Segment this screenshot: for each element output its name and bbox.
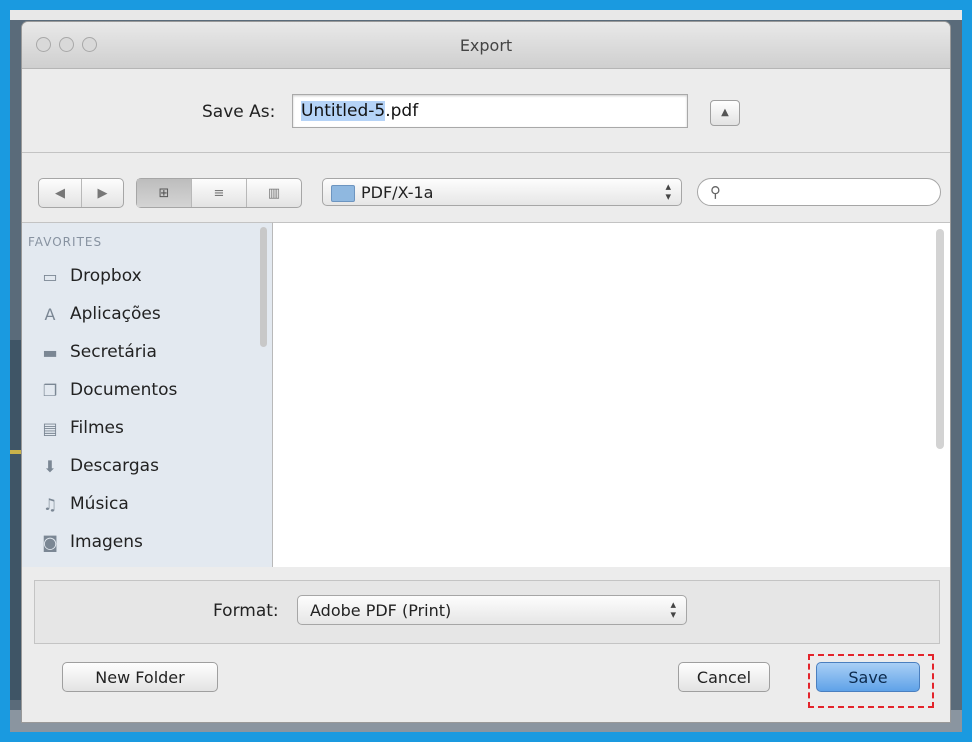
favorites-header: FAVORITES xyxy=(28,235,103,249)
chevron-up-icon: ▲ xyxy=(721,107,729,118)
export-dialog: Export Save As: Untitled-5.pdf ▲ ◀ ▶ ⊞ ≡… xyxy=(22,22,950,722)
list-view-button[interactable]: ≡ xyxy=(192,179,247,207)
sidebar-item-label: Imagens xyxy=(70,532,143,552)
forward-button[interactable]: ▶ xyxy=(82,179,123,207)
format-select[interactable]: Adobe PDF (Print) ▴ ▾ xyxy=(297,595,687,625)
sidebar-item-descargas[interactable]: ⬇ Descargas xyxy=(38,449,258,483)
downloads-icon: ⬇ xyxy=(43,456,57,476)
sidebar-item-label: Secretária xyxy=(70,342,157,362)
desktop-icon: ▬ xyxy=(42,342,58,362)
sidebar-item-imagens[interactable]: ◙ Imagens xyxy=(38,525,258,559)
filename-selected-text: Untitled-5 xyxy=(301,101,386,121)
divider xyxy=(22,152,950,153)
movies-icon: ▤ xyxy=(42,418,58,438)
back-arrow-icon: ◀ xyxy=(55,185,65,201)
back-forward-control: ◀ ▶ xyxy=(38,178,124,208)
sidebar-item-aplicacoes[interactable]: A Aplicações xyxy=(38,297,258,331)
titlebar: Export xyxy=(22,22,950,69)
folder-icon xyxy=(331,185,355,202)
icon-view-icon: ⊞ xyxy=(158,185,170,201)
sidebar-item-label: Dropbox xyxy=(70,266,142,286)
format-panel: Format: Adobe PDF (Print) ▴ ▾ xyxy=(34,580,940,644)
view-mode-control: ⊞ ≡ ▥ xyxy=(136,178,302,208)
list-view-icon: ≡ xyxy=(213,185,225,201)
sidebar-item-dropbox[interactable]: ▭ Dropbox xyxy=(38,259,258,293)
format-label: Format: xyxy=(213,601,279,621)
location-popup[interactable]: PDF/X-1a ▴ ▾ xyxy=(322,178,682,206)
collapse-dialog-button[interactable]: ▲ xyxy=(710,100,740,126)
forward-arrow-icon: ▶ xyxy=(97,185,108,201)
sidebar-item-label: Filmes xyxy=(70,418,124,438)
sidebar-item-label: Aplicações xyxy=(70,304,161,324)
sidebar-item-filmes[interactable]: ▤ Filmes xyxy=(38,411,258,445)
back-button[interactable]: ◀ xyxy=(39,179,82,207)
browser-toolbar: ◀ ▶ ⊞ ≡ ▥ PDF/X-1a ▴ ▾ ⚲ xyxy=(22,172,950,212)
filename-input[interactable]: Untitled-5.pdf xyxy=(292,94,688,128)
documents-icon: ❐ xyxy=(42,380,58,400)
sidebar-item-label: Música xyxy=(70,494,129,514)
pictures-icon: ◙ xyxy=(42,532,58,552)
sidebar-item-label: Documentos xyxy=(70,380,178,400)
cancel-button[interactable]: Cancel xyxy=(678,662,770,692)
popup-arrows-icon: ▴ ▾ xyxy=(670,598,676,621)
content-scrollbar[interactable] xyxy=(936,229,944,449)
folder-icon: ▭ xyxy=(42,266,58,286)
applications-icon: A xyxy=(44,304,56,324)
sidebar: FAVORITES ▭ Dropbox A Aplicações ▬ Secre… xyxy=(22,222,273,567)
backdrop-strip xyxy=(10,10,962,20)
music-icon: ♫ xyxy=(42,494,58,514)
sidebar-item-secretaria[interactable]: ▬ Secretária xyxy=(38,335,258,369)
filename-extension: .pdf xyxy=(385,101,419,121)
popup-arrows-icon: ▴ ▾ xyxy=(665,180,671,203)
sidebar-item-label: Descargas xyxy=(70,456,159,476)
sidebar-item-documentos[interactable]: ❐ Documentos xyxy=(38,373,258,407)
column-view-button[interactable]: ▥ xyxy=(247,179,301,207)
window-title: Export xyxy=(459,36,513,55)
location-label: PDF/X-1a xyxy=(361,183,434,202)
column-view-icon: ▥ xyxy=(267,185,281,201)
magnifier-icon: ⚲ xyxy=(710,183,721,201)
save-highlight-box xyxy=(808,654,934,708)
new-folder-button[interactable]: New Folder xyxy=(62,662,218,692)
sidebar-scrollbar[interactable] xyxy=(260,227,267,347)
search-field[interactable]: ⚲ xyxy=(697,178,941,206)
file-browser-area[interactable] xyxy=(273,222,950,567)
format-value: Adobe PDF (Print) xyxy=(310,601,452,620)
icon-view-button[interactable]: ⊞ xyxy=(137,179,192,207)
save-as-label: Save As: xyxy=(202,102,276,122)
sidebar-item-musica[interactable]: ♫ Música xyxy=(38,487,258,521)
save-as-row: Save As: Untitled-5.pdf ▲ xyxy=(22,92,950,132)
